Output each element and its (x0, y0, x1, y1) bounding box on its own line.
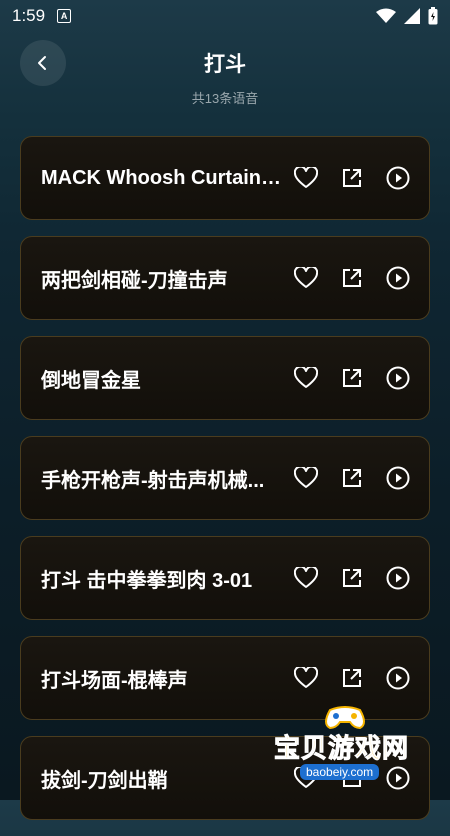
share-icon[interactable] (339, 465, 365, 491)
item-label: 打斗场面-棍棒声 (41, 669, 188, 692)
heart-icon[interactable] (293, 365, 319, 391)
item-label: MACK Whoosh Curtain ... (41, 166, 284, 189)
status-bar: 1:59 A (0, 0, 450, 32)
heart-icon[interactable] (293, 465, 319, 491)
item-label: 倒地冒金星 (41, 369, 141, 392)
status-a-icon: A (57, 9, 72, 23)
item-label: 两把剑相碰-刀撞击声 (41, 269, 228, 292)
wifi-icon (376, 8, 396, 23)
share-icon[interactable] (339, 165, 365, 191)
share-icon[interactable] (339, 565, 365, 591)
heart-icon[interactable] (293, 165, 319, 191)
watermark-url: baobeiy.com (300, 764, 380, 780)
play-icon[interactable] (385, 165, 411, 191)
heart-icon[interactable] (293, 565, 319, 591)
play-icon[interactable] (385, 665, 411, 691)
page-title: 打斗 (204, 53, 246, 76)
heart-icon[interactable] (293, 665, 319, 691)
signal-icon (404, 8, 420, 24)
watermark-text: 宝贝游戏网 (273, 733, 410, 764)
list-item[interactable]: 倒地冒金星 (20, 336, 430, 420)
play-icon[interactable] (385, 565, 411, 591)
play-icon[interactable] (385, 465, 411, 491)
play-icon[interactable] (385, 365, 411, 391)
share-icon[interactable] (339, 265, 365, 291)
play-icon[interactable] (385, 265, 411, 291)
list-item[interactable]: 手枪开枪声-射击声机械... (20, 436, 430, 520)
list-item[interactable]: 打斗 击中拳拳到肉 3-01 (20, 536, 430, 620)
list-item[interactable]: 两把剑相碰-刀撞击声 (20, 236, 430, 320)
item-label: 拔剑-刀剑出鞘 (41, 769, 168, 792)
share-icon[interactable] (339, 665, 365, 691)
item-label: 手枪开枪声-射击声机械... (41, 469, 265, 492)
battery-icon (428, 7, 438, 25)
heart-icon[interactable] (293, 265, 319, 291)
share-icon[interactable] (339, 365, 365, 391)
page-subtitle: 共13条语音 (191, 91, 259, 106)
list-item[interactable]: MACK Whoosh Curtain ... (20, 136, 430, 220)
status-time: 1:59 (12, 6, 46, 25)
item-label: 打斗 击中拳拳到肉 3-01 (41, 569, 253, 592)
watermark-logo: 宝贝游戏网 baobeiy.com (273, 706, 442, 786)
